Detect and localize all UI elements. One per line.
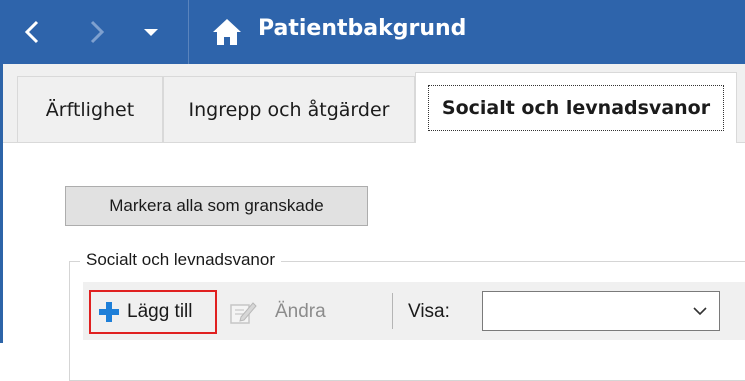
title-divider xyxy=(188,0,189,64)
back-button[interactable] xyxy=(14,13,52,51)
plus-icon xyxy=(99,302,119,322)
show-label: Visa: xyxy=(408,301,450,322)
home-icon[interactable] xyxy=(212,18,242,46)
chevron-left-icon xyxy=(24,20,39,44)
edit-icon xyxy=(230,302,257,324)
focus-indicator xyxy=(428,85,724,131)
page-title: Patientbakgrund xyxy=(258,16,467,41)
show-select[interactable] xyxy=(482,291,720,331)
tab-content: Markera alla som granskade Socialt och l… xyxy=(3,143,745,381)
history-dropdown-button[interactable] xyxy=(136,13,166,51)
toolbar: Lägg till Ändra Visa: xyxy=(83,282,745,340)
mark-all-reviewed-button[interactable]: Markera alla som granskade xyxy=(65,186,368,226)
group-box: Socialt och levnadsvanor Lägg till Ändra… xyxy=(69,250,745,381)
forward-button[interactable] xyxy=(78,13,116,51)
tab-strip: Ärftlighet Ingrepp och åtgärder Socialt … xyxy=(3,64,745,143)
chevron-right-icon xyxy=(90,20,105,44)
chevron-down-icon xyxy=(693,307,707,316)
toolbar-separator xyxy=(392,293,393,329)
tab-label: Ingrepp och åtgärder xyxy=(188,98,390,121)
edit-button[interactable]: Ändra xyxy=(275,301,326,323)
group-title: Socialt och levnadsvanor xyxy=(80,250,282,270)
title-bar: Patientbakgrund xyxy=(0,0,745,64)
tab-socialt-och-levnadsvanor[interactable]: Socialt och levnadsvanor xyxy=(415,72,737,143)
add-button-label: Lägg till xyxy=(127,301,193,322)
add-button[interactable]: Lägg till xyxy=(89,290,217,334)
tab-arftlighet[interactable]: Ärftlighet xyxy=(17,76,163,142)
tab-label: Ärftlighet xyxy=(45,98,135,121)
chevron-down-icon xyxy=(144,29,158,36)
tab-ingrepp-och-atgarder[interactable]: Ingrepp och åtgärder xyxy=(163,76,415,142)
